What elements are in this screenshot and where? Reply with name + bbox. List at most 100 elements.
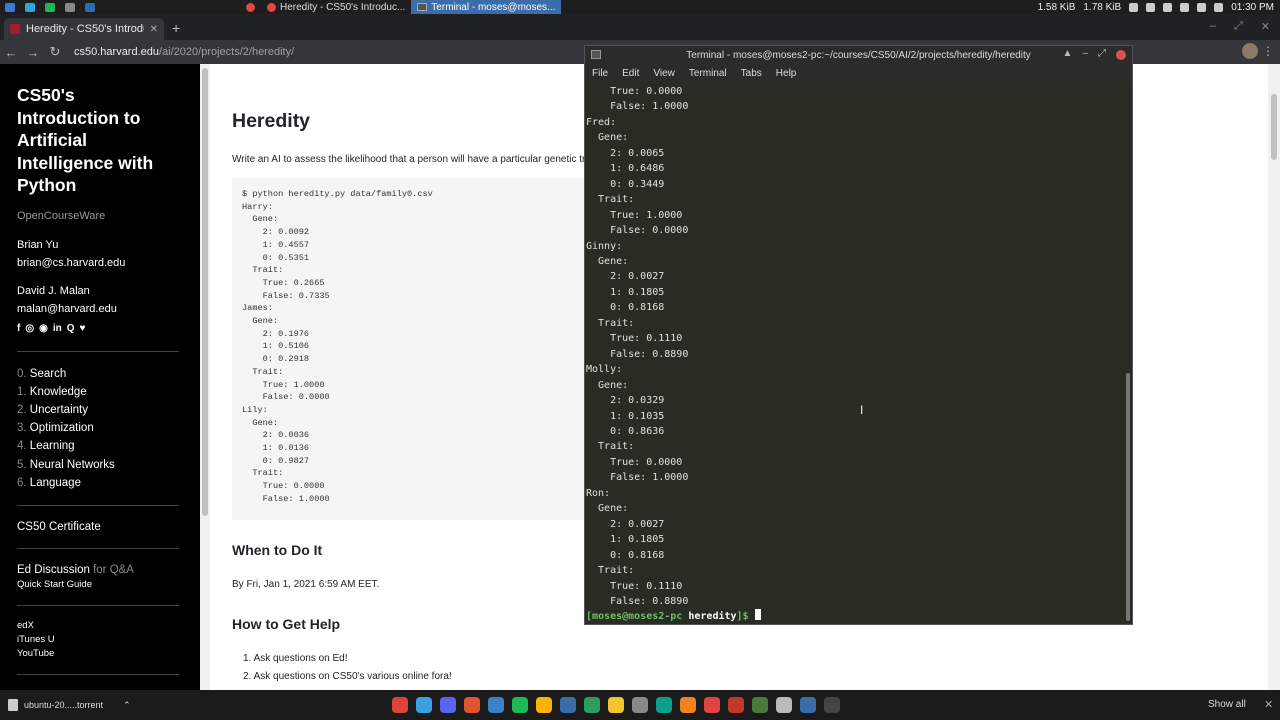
social-icon[interactable]: ♥: [79, 320, 85, 338]
dock-app-icon[interactable]: [488, 697, 504, 713]
launcher-app-icon[interactable]: [20, 0, 40, 14]
social-icon[interactable]: Q: [67, 320, 75, 338]
scrollbar-thumb[interactable]: [202, 68, 208, 516]
terminal-icon: [417, 3, 428, 11]
lecture-link[interactable]: 5. Neural Networks: [17, 456, 200, 474]
lecture-link[interactable]: 3. Optimization: [17, 419, 200, 437]
page-scrollbar-right[interactable]: [1268, 64, 1280, 690]
menu-dots-icon[interactable]: ⋮: [1262, 44, 1274, 58]
browser-tab[interactable]: Heredity - CS50's Introductio ✕: [4, 18, 164, 40]
platform-link[interactable]: YouTube: [17, 647, 200, 661]
instructor-email[interactable]: malan@harvard.edu: [17, 300, 200, 318]
tab-close-icon[interactable]: ✕: [150, 24, 158, 35]
terminal-menu-file[interactable]: File: [592, 68, 608, 79]
dock-app-icon[interactable]: [656, 697, 672, 713]
dock-app-icon[interactable]: [728, 697, 744, 713]
launcher-app-icon[interactable]: [80, 0, 100, 14]
reload-button[interactable]: ↻: [44, 44, 66, 60]
lecture-link[interactable]: 1. Knowledge: [17, 383, 200, 401]
back-button[interactable]: ←: [0, 45, 22, 60]
terminal-scrollbar[interactable]: [1125, 83, 1131, 625]
terminal-titlebar[interactable]: Terminal - moses@moses2-pc:~/courses/CS5…: [585, 46, 1132, 64]
dock-app-icon[interactable]: [440, 697, 456, 713]
dock-app-icon[interactable]: [680, 697, 696, 713]
platform-link[interactable]: iTunes U: [17, 633, 200, 647]
lecture-link[interactable]: 4. Learning: [17, 437, 200, 455]
lecture-link[interactable]: 0. Search: [17, 365, 200, 383]
power-icon[interactable]: [1214, 2, 1224, 12]
chevron-up-icon[interactable]: ⌃: [123, 700, 131, 711]
taskbar-item-browser[interactable]: Heredity - CS50's Introduc...: [261, 0, 411, 14]
terminal-window[interactable]: Terminal - moses@moses2-pc:~/courses/CS5…: [584, 45, 1133, 625]
close-icon[interactable]: ✕: [1264, 698, 1273, 711]
volume-icon[interactable]: [1197, 2, 1207, 12]
instructor-email[interactable]: brian@cs.harvard.edu: [17, 254, 200, 272]
dock-app-icon[interactable]: [824, 697, 840, 713]
profile-avatar[interactable]: [1242, 43, 1258, 59]
tray-icon[interactable]: [1129, 2, 1139, 12]
clock[interactable]: 01:30 PM: [1231, 2, 1274, 13]
close-icon[interactable]: [1116, 50, 1126, 60]
terminal-cursor: [754, 609, 761, 621]
certificate-link[interactable]: CS50 Certificate: [17, 519, 200, 535]
terminal-output[interactable]: True: 0.0000 False: 1.0000 Fred: Gene: 2…: [586, 83, 1126, 625]
minimize-icon[interactable]: –: [1082, 48, 1088, 60]
shade-icon[interactable]: ▲: [1063, 48, 1073, 60]
dock-app-icon[interactable]: [632, 697, 648, 713]
taskbar-item-terminal[interactable]: Terminal - moses@moses...: [411, 0, 562, 14]
address-bar[interactable]: cs50.harvard.edu/ai/2020/projects/2/here…: [74, 42, 294, 62]
ed-discussion-link[interactable]: Ed Discussion for Q&A: [17, 562, 200, 578]
dock-app-icon[interactable]: [512, 697, 528, 713]
show-all-button[interactable]: Show all: [1208, 699, 1246, 710]
scrollbar-thumb[interactable]: [1126, 373, 1130, 621]
mail-tray-icon[interactable]: [1163, 2, 1173, 12]
url-host: cs50.harvard.edu: [74, 46, 159, 58]
new-tab-button[interactable]: +: [172, 20, 180, 36]
site-title[interactable]: CS50's Introduction to Artificial Intell…: [17, 84, 177, 197]
help-item[interactable]: 1. Ask questions on Ed!: [243, 653, 348, 664]
minimize-icon[interactable]: –: [1210, 20, 1216, 33]
dock-app-icon[interactable]: [584, 697, 600, 713]
maximize-icon[interactable]: ⤢: [1098, 48, 1106, 60]
dock-app-icon[interactable]: [752, 697, 768, 713]
terminal-menu-view[interactable]: View: [653, 68, 675, 79]
dock-app-icon[interactable]: [800, 697, 816, 713]
dock-app-icon[interactable]: [536, 697, 552, 713]
dock-app-icon[interactable]: [776, 697, 792, 713]
launcher-app-icon[interactable]: [40, 0, 60, 14]
dock-app-icon[interactable]: [416, 697, 432, 713]
discord-tray-icon[interactable]: [1146, 2, 1156, 12]
page-title: Heredity: [232, 110, 311, 132]
terminal-menu-edit[interactable]: Edit: [622, 68, 639, 79]
dock-app-icon[interactable]: [608, 697, 624, 713]
lecture-link[interactable]: 2. Uncertainty: [17, 401, 200, 419]
social-icon[interactable]: in: [53, 320, 62, 338]
quick-start-link[interactable]: Quick Start Guide: [17, 578, 200, 592]
platform-links: edX iTunes U YouTube: [17, 619, 200, 661]
terminal-menu-terminal[interactable]: Terminal: [689, 68, 727, 79]
terminal-menu-help[interactable]: Help: [776, 68, 797, 79]
maximize-icon[interactable]: ⤢: [1234, 20, 1243, 33]
dock-app-icon[interactable]: [560, 697, 576, 713]
close-icon[interactable]: ✕: [1261, 20, 1270, 33]
download-item[interactable]: ubuntu-20.....torrent ⌃: [0, 694, 139, 716]
platform-link[interactable]: edX: [17, 619, 200, 633]
scrollbar-thumb[interactable]: [1271, 94, 1277, 160]
dock-app-icon[interactable]: [392, 697, 408, 713]
social-icon[interactable]: f: [17, 320, 20, 338]
social-icon[interactable]: ◎: [25, 320, 34, 338]
social-icon[interactable]: ◉: [39, 320, 48, 338]
lecture-link[interactable]: 6. Language: [17, 474, 200, 492]
page-scrollbar[interactable]: [200, 64, 210, 690]
bluetooth-icon[interactable]: [1180, 2, 1190, 12]
terminal-menu-tabs[interactable]: Tabs: [741, 68, 762, 79]
sample-output-code: $ python heredity.py data/family0.csv Ha…: [232, 178, 584, 520]
lecture-number: 5.: [17, 458, 30, 471]
launcher-app-icon[interactable]: [60, 0, 80, 14]
dock-app-icon[interactable]: [464, 697, 480, 713]
help-item[interactable]: 2. Ask questions on CS50's various onlin…: [243, 671, 452, 682]
forward-button[interactable]: →: [22, 45, 44, 60]
dock-app-icon[interactable]: [704, 697, 720, 713]
taskbar-chrome-icon[interactable]: [240, 0, 261, 14]
launcher-app-icon[interactable]: [0, 0, 20, 14]
